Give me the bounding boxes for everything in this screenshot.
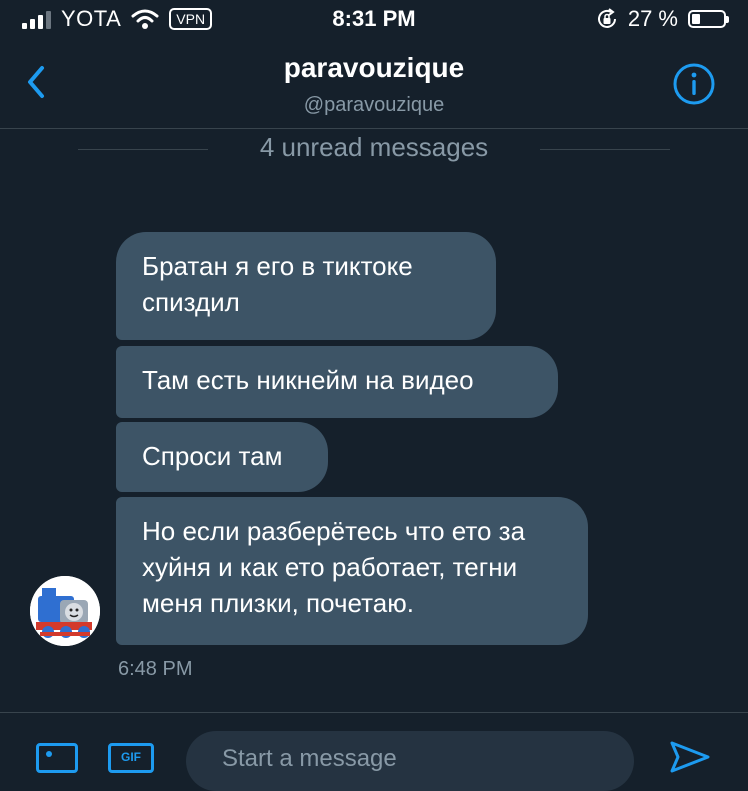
- battery-icon: [688, 10, 729, 28]
- status-bar: YOTA VPN 8:31 PM 27 %: [0, 0, 748, 40]
- divider-line-right: [540, 149, 670, 150]
- message-timestamp: 6:48 PM: [118, 658, 193, 680]
- image-icon: [46, 751, 52, 757]
- avatar-train-icon: [30, 576, 100, 646]
- send-button[interactable]: [668, 737, 712, 777]
- message-input[interactable]: Start a message: [186, 731, 634, 791]
- conversation-header: paravouzique @paravouzique: [0, 40, 748, 129]
- rotation-lock-icon: [597, 8, 616, 28]
- conversation-handle[interactable]: @paravouzique: [0, 94, 748, 117]
- sender-avatar[interactable]: [30, 576, 100, 646]
- media-button[interactable]: [36, 743, 78, 773]
- conversation-title[interactable]: paravouzique: [0, 52, 748, 84]
- status-right: 27 %: [596, 6, 729, 32]
- gif-button[interactable]: GIF: [108, 743, 154, 773]
- unread-divider: 4 unread messages: [0, 130, 748, 166]
- message-bubble[interactable]: Там есть никнейм на видео: [116, 346, 558, 418]
- message-bubble[interactable]: Спроси там: [116, 422, 328, 492]
- message-bubble[interactable]: Но если разберётесь что ето за хуйня и к…: [116, 497, 588, 645]
- message-composer: GIF Start a message: [0, 712, 748, 791]
- info-button[interactable]: [672, 62, 716, 106]
- battery-percent: 27 %: [627, 6, 678, 31]
- unread-label: 4 unread messages: [259, 132, 489, 162]
- message-bubble[interactable]: Братан я его в тиктоке спиздил: [116, 232, 496, 340]
